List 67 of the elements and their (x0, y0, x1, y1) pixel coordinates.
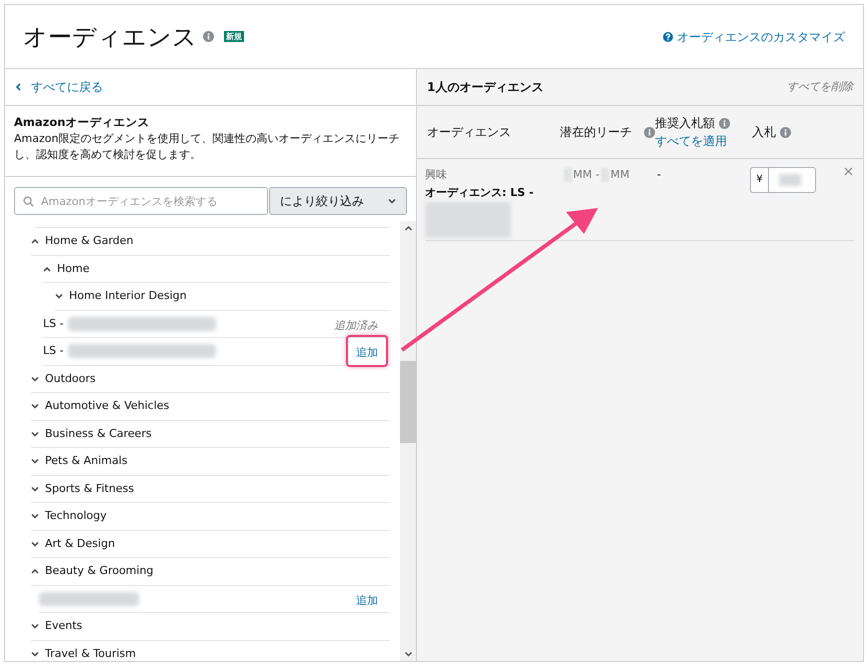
category-toggle[interactable]: Pets & Animals (31, 453, 128, 470)
new-badge: 新規 (224, 31, 244, 42)
audience-name: オーディエンス: LS - (425, 184, 535, 200)
chevron-down-icon[interactable] (31, 623, 39, 630)
category-toggle[interactable]: Travel & Tourism (31, 646, 136, 661)
search-icon (23, 196, 34, 207)
customize-link[interactable]: オーディエンスのカスタマイズ (663, 28, 845, 46)
category-toggle[interactable]: Sports & Fitness (31, 480, 134, 497)
add-link[interactable]: 追加 (356, 592, 378, 610)
chevron-up-icon[interactable] (31, 568, 39, 574)
chevron-down-icon[interactable] (31, 403, 39, 410)
chevron-down-icon[interactable] (31, 430, 39, 437)
category-toggle[interactable]: Business & Careers (31, 426, 152, 442)
chevron-down-icon[interactable] (31, 650, 39, 657)
column-header: 推奨入札額 (655, 115, 715, 132)
blurred-redaction (779, 174, 801, 186)
info-icon (780, 126, 791, 138)
scrollbar[interactable] (400, 221, 416, 661)
segment-label: LS - (43, 343, 64, 359)
audience-type: 興味 (425, 167, 448, 183)
column-header: 入札 (752, 124, 776, 141)
chevron-down-icon[interactable] (404, 651, 412, 657)
chevron-down-icon (388, 198, 396, 204)
reach-value: MM - (573, 167, 600, 183)
category-toggle[interactable]: Home & Garden (31, 233, 134, 250)
audience-count-title: 1人のオーディエンス (427, 79, 544, 96)
category-toggle[interactable]: Automotive & Vehicles (31, 398, 170, 414)
add-link[interactable]: 追加 (356, 345, 378, 362)
chevron-down-icon[interactable] (31, 486, 39, 492)
scrollbar-thumb[interactable] (400, 361, 416, 443)
column-header: オーディエンス (427, 124, 511, 141)
category-toggle[interactable]: Home (43, 260, 90, 277)
chevron-down-icon[interactable] (31, 458, 39, 464)
chevron-down-icon[interactable] (31, 376, 39, 382)
chevron-up-icon[interactable] (404, 225, 412, 231)
info-icon (719, 118, 730, 128)
remove-all-link[interactable]: すべてを削除 (787, 78, 853, 96)
close-icon (844, 167, 853, 176)
chevron-down-icon[interactable] (31, 513, 39, 520)
segment-label: LS - (43, 316, 64, 332)
bid-field[interactable]: ¥ (750, 167, 816, 193)
category-toggle[interactable]: Outdoors (31, 370, 96, 387)
reach-value: MM (610, 167, 630, 183)
search-field[interactable]: Amazonオーディエンスを検索する (14, 187, 268, 215)
page-title: オーディエンス (23, 22, 197, 52)
suggested-bid: - (656, 167, 662, 183)
back-link[interactable]: すべてに戻る (15, 78, 103, 96)
info-icon (203, 31, 214, 42)
chevron-down-icon[interactable] (31, 540, 39, 547)
category-toggle[interactable]: Technology (31, 508, 107, 524)
chevron-down-icon[interactable] (55, 293, 63, 300)
chevron-up-icon[interactable] (43, 266, 51, 272)
category-toggle[interactable]: Art & Design (31, 536, 115, 552)
info-icon (644, 126, 655, 138)
filter-dropdown[interactable]: により絞り込み (269, 187, 407, 215)
section-title: Amazonオーディエンス (14, 114, 150, 131)
section-description: Amazon限定のセグメントを使用して、関連性の高いオーディエンスにリーチし、認知度を高めて検討を促します。 (14, 131, 400, 164)
category-toggle[interactable]: Home Interior Design (55, 288, 187, 304)
chevron-left-icon (15, 83, 21, 91)
help-icon (663, 32, 673, 42)
added-label: 追加済み (334, 318, 378, 332)
apply-all-link[interactable]: すべてを適用 (655, 132, 752, 150)
chevron-up-icon[interactable] (31, 238, 39, 244)
column-header: 潜在的リーチ (560, 124, 633, 141)
category-toggle[interactable]: Events (31, 618, 82, 634)
close-button[interactable] (844, 167, 853, 176)
category-toggle[interactable]: Beauty & Grooming (31, 563, 154, 580)
